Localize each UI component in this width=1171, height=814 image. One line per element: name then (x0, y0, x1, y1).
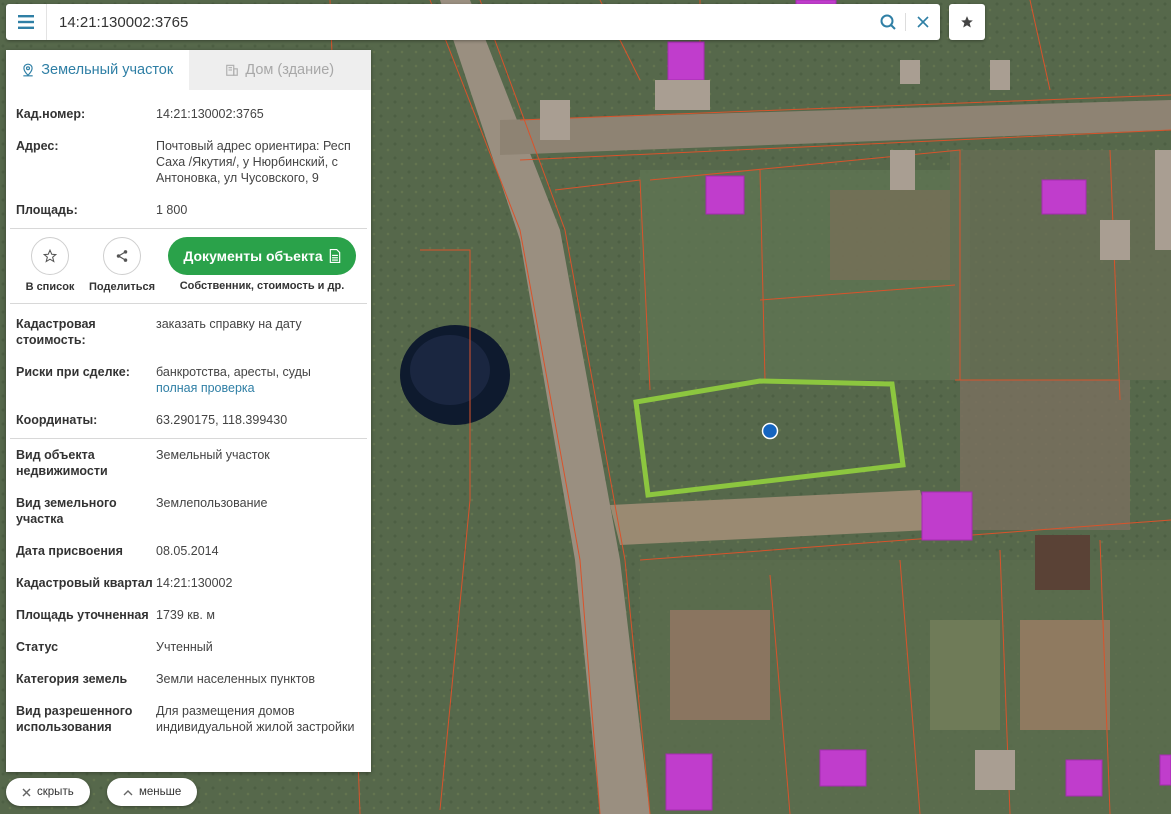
status-row: Статус Учтенный (6, 639, 371, 655)
row-label: Категория земель (16, 672, 128, 686)
row-label: Вид разрешенного использования (16, 704, 133, 734)
row-value: Для размещения домов индивидуальной жило… (156, 704, 355, 734)
chevron-up-icon (123, 789, 133, 795)
hide-label: скрыть (37, 786, 74, 798)
close-icon (22, 788, 31, 796)
menu-button[interactable] (6, 4, 47, 40)
share-icon (116, 250, 128, 262)
actions-bar: В список Поделиться Документы объекта Со… (6, 229, 371, 303)
row-label: Координаты: (16, 413, 98, 427)
row-value: банкротства, аресты, суды полная проверк… (156, 364, 361, 396)
full-check-link[interactable]: полная проверка (156, 380, 361, 396)
share-button[interactable]: Поделиться (88, 237, 156, 293)
add-to-list-button[interactable]: В список (18, 237, 82, 293)
location-pin-icon (23, 63, 33, 77)
search-input[interactable] (47, 6, 871, 38)
row-label: Площадь уточненная (16, 608, 149, 622)
cadastral-cost-row: Кадастровая стоимость: заказать справку … (6, 316, 371, 348)
row-label: Кадастровый квартал (16, 576, 153, 590)
row-label: Вид объекта недвижимости (16, 448, 108, 478)
star-outline-icon (43, 249, 57, 263)
documents-button[interactable]: Документы объекта (168, 237, 356, 275)
add-to-list-label: В список (25, 281, 75, 293)
cadastral-number-link[interactable]: 14:21:130002:3765 (156, 106, 361, 122)
row-value: 1 800 (156, 203, 188, 217)
less-label: меньше (139, 786, 182, 798)
tab-building[interactable]: Дом (здание) (188, 50, 371, 90)
row-value: Учтенный (156, 640, 213, 654)
close-icon (917, 16, 929, 28)
clear-button[interactable] (906, 4, 940, 40)
row-label: Адрес: (16, 139, 59, 153)
search-bar (6, 4, 940, 40)
circle (103, 237, 141, 275)
cadastral-number-row: Кад.номер: 14:21:130002:3765 (6, 106, 371, 122)
row-label: Площадь: (16, 203, 78, 217)
documents-label: Документы объекта (183, 248, 323, 264)
risks-row: Риски при сделке: банкротства, аресты, с… (6, 364, 371, 396)
row-value: 14:21:130002 (156, 576, 233, 590)
parcel-marker (761, 422, 779, 440)
area-row: Площадь: 1 800 (6, 202, 371, 218)
tab-bar: Земельный участок Дом (здание) (6, 50, 371, 90)
land-category-row: Категория земель Земли населенных пункто… (6, 671, 371, 687)
coordinates-row: Координаты: 63.290175, 118.399430 (6, 412, 371, 428)
row-label: Риски при сделке: (16, 365, 130, 379)
row-label: Кадастровая стоимость: (16, 317, 96, 347)
risks-value: банкротства, аресты, суды (156, 365, 311, 379)
assignment-date-row: Дата присвоения 08.05.2014 (6, 543, 371, 559)
tab-land-plot[interactable]: Земельный участок (6, 50, 189, 90)
favorites-button[interactable] (949, 4, 985, 40)
row-label: Вид земельного участка (16, 496, 117, 526)
row-value: Землепользование (156, 496, 268, 510)
building-icon (226, 64, 239, 76)
row-value: 1739 кв. м (156, 608, 215, 622)
documents-block: Документы объекта Собственник, стоимость… (168, 237, 356, 292)
row-label: Кад.номер: (16, 107, 86, 121)
circle (31, 237, 69, 275)
search-icon (880, 14, 896, 30)
collapse-panel-button[interactable]: меньше (107, 778, 198, 806)
property-type-row: Вид объекта недвижимости Земельный участ… (6, 447, 371, 479)
document-icon (329, 249, 340, 263)
row-value: 08.05.2014 (156, 544, 219, 558)
permitted-use-row: Вид разрешенного использования Для разме… (6, 703, 371, 735)
row-label: Статус (16, 640, 59, 654)
tab-label: Земельный участок (41, 62, 174, 78)
order-certificate-link[interactable]: заказать справку на дату (156, 316, 361, 348)
documents-subtitle: Собственник, стоимость и др. (179, 280, 345, 292)
info-panel: Земельный участок Дом (здание) Кад.номер… (6, 50, 371, 772)
row-value: Почтовый адрес ориентира: Респ Саха /Яку… (156, 139, 351, 185)
refined-area-row: Площадь уточненная 1739 кв. м (6, 607, 371, 623)
hide-panel-button[interactable]: скрыть (6, 778, 90, 806)
search-button[interactable] (871, 4, 905, 40)
row-value: Земли населенных пунктов (156, 672, 315, 686)
tab-label: Дом (здание) (245, 62, 335, 78)
star-icon (961, 16, 973, 28)
hamburger-icon (18, 15, 34, 29)
row-label: Дата присвоения (16, 544, 123, 558)
cadastral-quarter-row: Кадастровый квартал 14:21:130002 (6, 575, 371, 591)
share-label: Поделиться (88, 281, 156, 293)
land-type-row: Вид земельного участка Землепользование (6, 495, 371, 527)
address-row: Адрес: Почтовый адрес ориентира: Респ Са… (6, 138, 371, 186)
coordinates-value: 63.290175, 118.399430 (156, 413, 288, 427)
row-value: Земельный участок (156, 448, 270, 462)
